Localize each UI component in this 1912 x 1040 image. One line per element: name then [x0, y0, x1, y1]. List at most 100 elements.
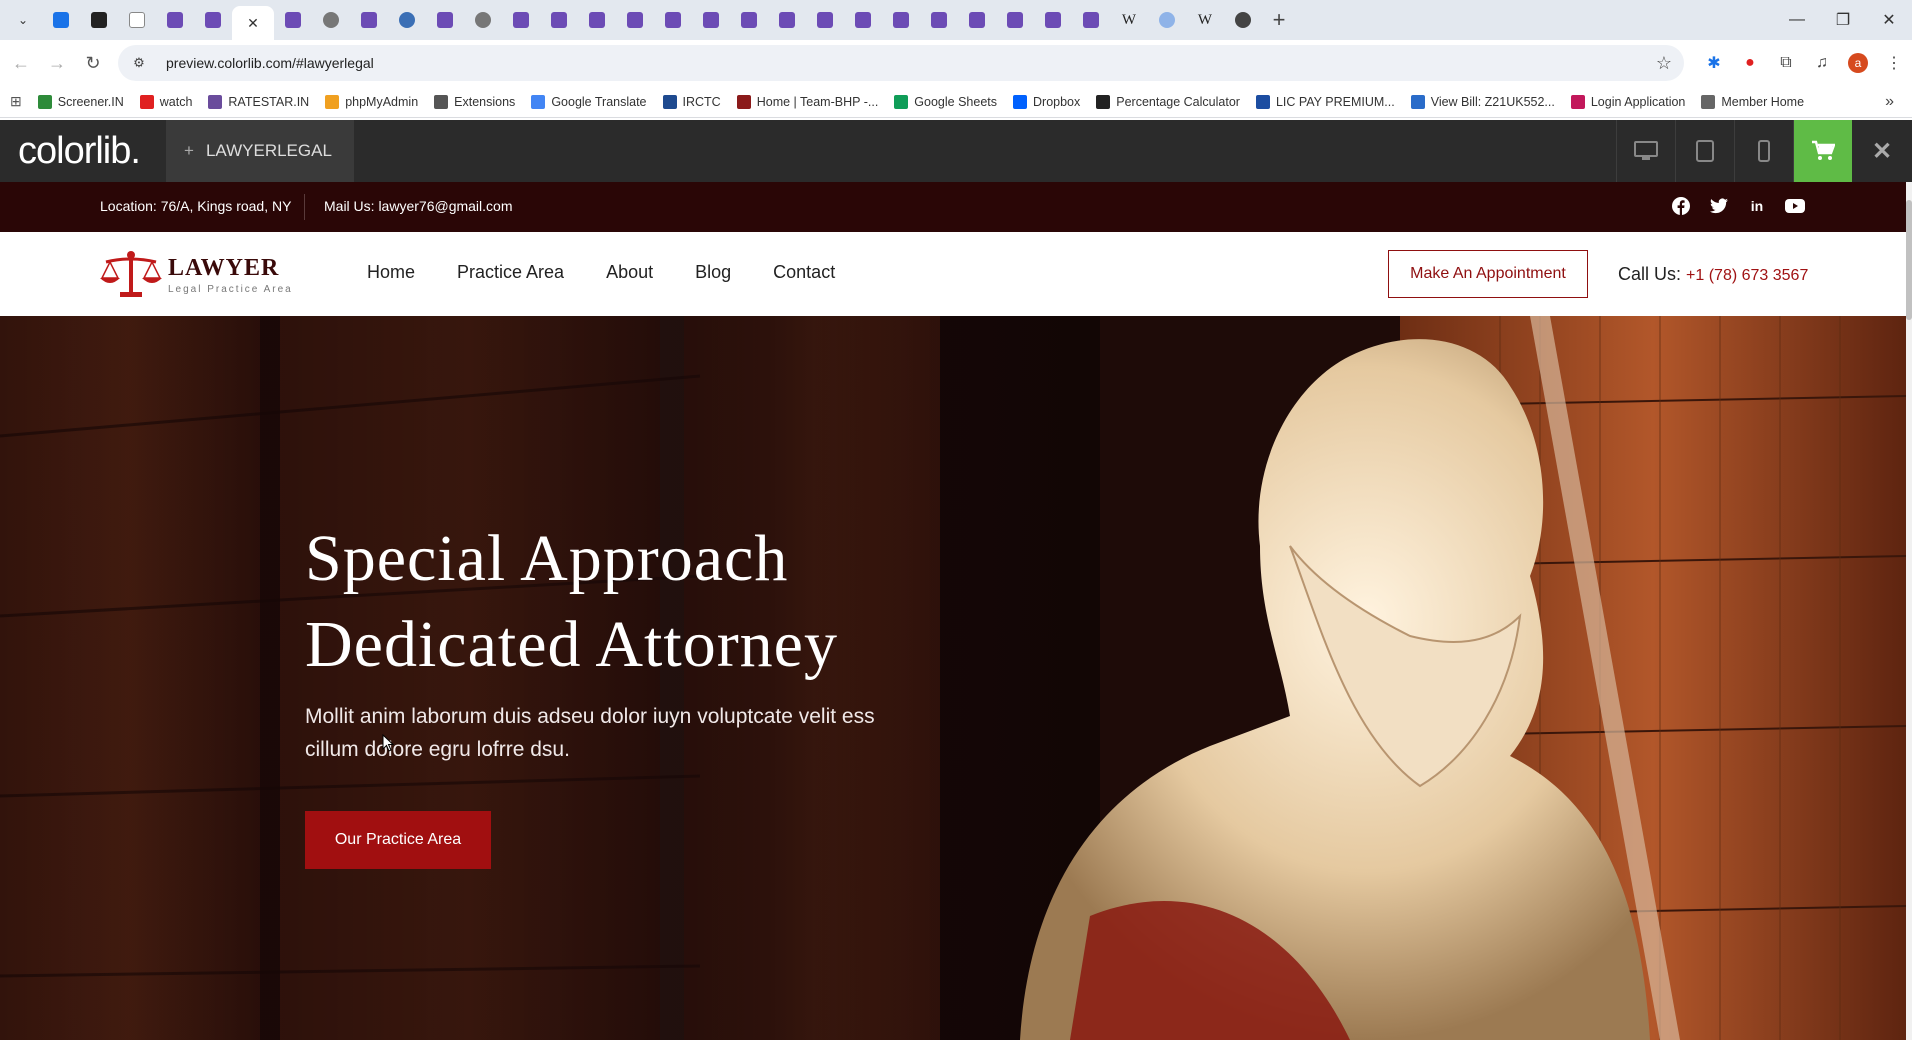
nav-about[interactable]: About [606, 262, 653, 283]
bookmark-item[interactable]: RATESTAR.IN [208, 94, 309, 109]
bookmark-item[interactable]: Percentage Calculator [1096, 94, 1240, 109]
bookmark-label: Login Application [1590, 94, 1686, 109]
nav-blog[interactable]: Blog [695, 262, 731, 283]
bookmark-item[interactable]: LIC PAY PREMIUM... [1255, 94, 1395, 109]
nav-practice-area[interactable]: Practice Area [457, 262, 564, 283]
new-tab-button[interactable]: + [1262, 4, 1296, 36]
apps-grid-icon[interactable]: ⊞ [10, 93, 22, 110]
linkedin-icon[interactable]: in [1746, 195, 1768, 217]
extensions-puzzle-icon[interactable]: ⧉ [1768, 54, 1804, 72]
tab[interactable] [844, 4, 882, 36]
tab[interactable] [194, 4, 232, 36]
profile-avatar-icon[interactable]: a [1848, 53, 1868, 73]
reload-icon[interactable]: ↻ [78, 48, 108, 78]
restore-icon[interactable]: ❐ [1820, 0, 1866, 40]
tab[interactable] [692, 4, 730, 36]
bookmark-item[interactable]: Screener.IN [37, 94, 124, 109]
site-logo[interactable]: LAWYER Legal Practice Area [98, 250, 293, 300]
call-number[interactable]: +1 (78) 673 3567 [1686, 267, 1808, 284]
window-close-icon[interactable]: ✕ [1866, 0, 1912, 40]
tablet-view-button[interactable] [1675, 120, 1734, 182]
nav-home[interactable]: Home [367, 262, 415, 283]
make-appointment-button[interactable]: Make An Appointment [1388, 250, 1588, 298]
tab[interactable] [806, 4, 844, 36]
tab[interactable] [996, 4, 1034, 36]
tab[interactable] [274, 4, 312, 36]
bookmark-label: Dropbox [1033, 94, 1081, 109]
bookmark-item[interactable]: Home | Team-BHP -... [736, 94, 878, 109]
tab[interactable] [654, 4, 692, 36]
twitter-icon[interactable] [1708, 195, 1730, 217]
colorlib-logo[interactable]: colorlib. [18, 130, 141, 173]
bookmark-item[interactable]: Google Translate [531, 94, 647, 109]
bookmark-item[interactable]: Login Application [1570, 94, 1686, 109]
tab[interactable] [1148, 4, 1186, 36]
tab[interactable] [882, 4, 920, 36]
tab-active[interactable]: ✕ [232, 6, 274, 40]
tab[interactable] [1034, 4, 1072, 36]
tab[interactable] [502, 4, 540, 36]
tab[interactable] [730, 4, 768, 36]
menu-kebab-icon[interactable]: ⋮ [1876, 53, 1912, 73]
address-bar[interactable]: ⚙ preview.colorlib.com/#lawyerlegal ☆ [118, 45, 1684, 81]
tab[interactable] [1072, 4, 1110, 36]
bookmark-item[interactable]: Member Home [1701, 94, 1804, 109]
tab-search-button[interactable]: ⌄ [4, 4, 42, 36]
site-info-icon[interactable]: ⚙ [130, 54, 148, 72]
tab[interactable] [312, 4, 350, 36]
nav-contact[interactable]: Contact [773, 262, 835, 283]
buy-theme-button[interactable] [1793, 120, 1852, 182]
url-text[interactable]: preview.colorlib.com/#lawyerlegal [166, 55, 374, 71]
tab-favicon [969, 12, 985, 28]
tab-favicon [817, 12, 833, 28]
bookmark-item[interactable]: View Bill: Z21UK552... [1410, 94, 1555, 109]
tab[interactable] [1224, 4, 1262, 36]
close-preview-icon[interactable]: ✕ [1852, 120, 1912, 182]
bookmark-favicon-icon [1255, 94, 1270, 109]
page-scrollbar[interactable] [1906, 182, 1912, 1040]
minimize-icon[interactable]: — [1774, 0, 1820, 40]
tab[interactable] [80, 4, 118, 36]
extension-icon[interactable]: ✱ [1696, 53, 1732, 73]
tab[interactable] [578, 4, 616, 36]
theme-selector[interactable]: + LAWYERLEGAL [166, 120, 354, 182]
mobile-view-button[interactable] [1734, 120, 1793, 182]
tab[interactable] [540, 4, 578, 36]
socrates-bust-image [1020, 339, 1650, 1040]
youtube-icon[interactable] [1784, 195, 1806, 217]
bookmarks-overflow-icon[interactable]: » [1885, 93, 1894, 111]
plus-icon: + [184, 141, 194, 160]
our-practice-area-button[interactable]: Our Practice Area [305, 811, 491, 869]
tab[interactable] [118, 4, 156, 36]
facebook-icon[interactable] [1670, 195, 1692, 217]
tab[interactable] [768, 4, 806, 36]
tab[interactable] [426, 4, 464, 36]
tab[interactable] [350, 4, 388, 36]
tab[interactable]: W [1110, 4, 1148, 36]
bookmark-item[interactable]: Extensions [434, 94, 516, 109]
bookmark-item[interactable]: watch [139, 94, 192, 109]
tab-favicon [1159, 12, 1175, 28]
tab[interactable] [616, 4, 654, 36]
bookmark-label: Extensions [454, 94, 516, 109]
forward-icon[interactable]: → [42, 48, 72, 78]
tab[interactable] [920, 4, 958, 36]
tab-close-icon[interactable]: ✕ [247, 15, 259, 32]
tab[interactable] [464, 4, 502, 36]
tab[interactable] [42, 4, 80, 36]
tab[interactable] [388, 4, 426, 36]
mail-text[interactable]: Mail Us: lawyer76@gmail.com [324, 198, 512, 214]
scrollbar-thumb[interactable] [1906, 200, 1912, 320]
bookmark-item[interactable]: Google Sheets [894, 94, 997, 109]
tab[interactable] [958, 4, 996, 36]
tab[interactable] [156, 4, 194, 36]
bookmark-star-icon[interactable]: ☆ [1656, 53, 1672, 74]
back-icon[interactable]: ← [6, 48, 36, 78]
media-control-icon[interactable]: ♫ [1804, 54, 1840, 72]
extension-icon[interactable]: ● [1732, 54, 1768, 72]
bookmark-item[interactable]: IRCTC [662, 94, 721, 109]
bookmark-item[interactable]: Dropbox [1013, 94, 1081, 109]
desktop-view-button[interactable] [1616, 120, 1675, 182]
bookmark-item[interactable]: phpMyAdmin [325, 94, 418, 109]
tab[interactable]: W [1186, 4, 1224, 36]
